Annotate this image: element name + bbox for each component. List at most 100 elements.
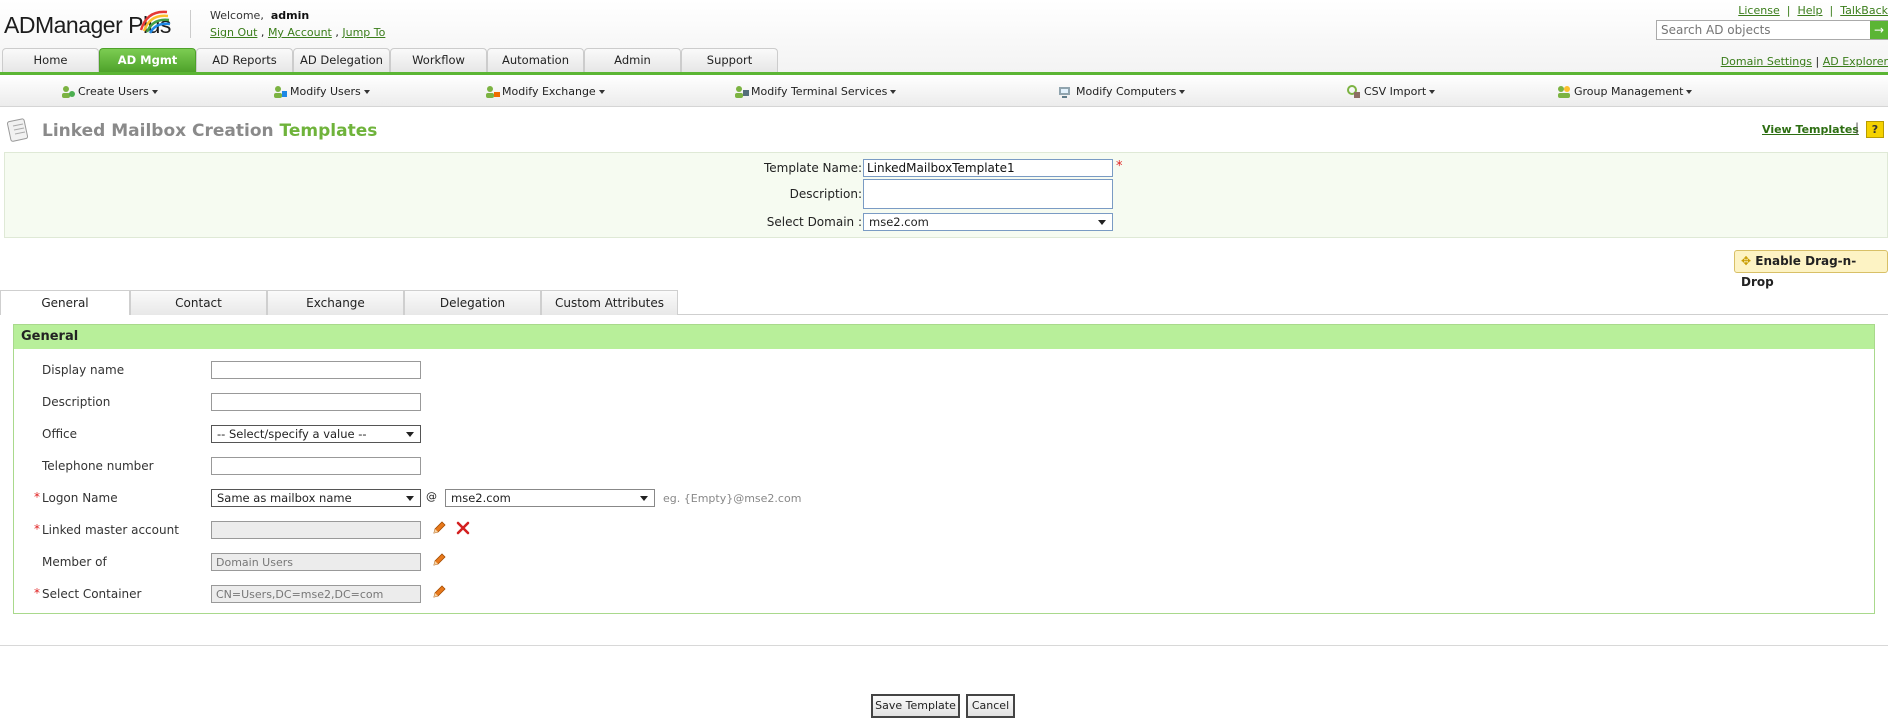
welcome-text: Welcome, admin [210, 9, 309, 22]
dropdown-arrow-icon [1098, 220, 1106, 225]
tab-ad-reports[interactable]: AD Reports [196, 48, 293, 72]
tab-contact[interactable]: Contact [130, 290, 267, 315]
caret-down-icon [1429, 89, 1436, 94]
sign-out-link[interactable]: Sign Out [210, 26, 257, 39]
menu-modify-users[interactable]: Modify Users [272, 84, 370, 99]
talkback-link[interactable]: TalkBack [1840, 4, 1888, 17]
tab-baseline [677, 314, 1888, 315]
select-container-input[interactable] [211, 585, 421, 603]
drag-button-label: Enable Drag-n-Drop [1741, 254, 1857, 289]
logon-name-label: Logon Name [42, 491, 118, 505]
caret-down-icon [151, 89, 158, 94]
page-title-main: Linked Mailbox Creation [42, 121, 274, 141]
template-description-input[interactable] [863, 179, 1113, 209]
my-account-link[interactable]: My Account [268, 26, 332, 39]
template-info-panel: Template Name: * Description: Select Dom… [4, 152, 1888, 238]
menu-label: Create Users [78, 85, 149, 98]
template-name-input[interactable] [863, 159, 1113, 177]
required-marker: * [34, 586, 40, 600]
account-links: Sign Out , My Account , Jump To [210, 26, 386, 39]
clear-x-icon[interactable] [455, 520, 471, 536]
section-header: General [14, 325, 1874, 349]
page-title-highlight: Templates [279, 121, 378, 141]
edit-pencil-icon[interactable] [431, 584, 447, 600]
ad-explorer-link[interactable]: AD Explorer [1823, 55, 1888, 68]
modify-exchange-icon [486, 86, 500, 98]
tab-support[interactable]: Support [681, 48, 778, 72]
telephone-input[interactable] [211, 457, 421, 475]
menu-label: Group Management [1574, 85, 1684, 98]
template-document-icon [6, 118, 29, 142]
search-input[interactable] [1656, 20, 1888, 40]
required-marker: * [34, 522, 40, 536]
menu-label: CSV Import [1364, 85, 1427, 98]
caret-down-icon [598, 89, 605, 94]
menu-modify-computers[interactable]: Modify Computers [1058, 84, 1186, 99]
template-description-label: Description: [789, 187, 862, 201]
description-input[interactable] [211, 393, 421, 411]
csv-import-icon [1347, 85, 1360, 98]
select-domain-value: mse2.com [869, 215, 929, 229]
logon-name-dropdown[interactable]: Same as mailbox name [211, 489, 421, 507]
linked-master-account-label: Linked master account [42, 523, 179, 537]
dropdown-arrow-icon [640, 496, 648, 501]
menu-label: Modify Exchange [502, 85, 596, 98]
menu-label: Modify Computers [1076, 85, 1177, 98]
search-go-icon[interactable]: → [1870, 21, 1888, 39]
tab-ad-delegation[interactable]: AD Delegation [293, 48, 390, 72]
logon-domain-value: mse2.com [451, 491, 511, 505]
tab-general[interactable]: General [0, 290, 130, 315]
current-user: admin [270, 9, 310, 22]
help-icon[interactable]: ? [1866, 121, 1884, 138]
caret-down-icon [363, 89, 370, 94]
logon-domain-dropdown[interactable]: mse2.com [445, 489, 655, 507]
save-template-button[interactable]: Save Template [871, 694, 960, 718]
cancel-button[interactable]: Cancel [966, 694, 1015, 718]
menu-modify-exchange[interactable]: Modify Exchange [484, 84, 605, 99]
caret-down-icon [1179, 89, 1186, 94]
main-tabs: Home AD Mgmt AD Reports AD Delegation Wo… [2, 48, 778, 72]
help-link[interactable]: Help [1797, 4, 1822, 17]
edit-pencil-icon[interactable] [431, 552, 447, 568]
template-name-label: Template Name: [763, 161, 862, 175]
select-domain-dropdown[interactable]: mse2.com [863, 213, 1113, 231]
welcome-label: Welcome, [210, 9, 264, 22]
right-links: License | Help | TalkBack [1738, 4, 1888, 17]
jump-to-link[interactable]: Jump To [342, 26, 385, 39]
page-title: Linked Mailbox Creation Templates [42, 121, 377, 141]
enable-drag-n-drop-button[interactable]: ✥ Enable Drag-n-Drop [1734, 250, 1888, 289]
telephone-label: Telephone number [42, 459, 154, 473]
menu-modify-terminal-services[interactable]: Modify Terminal Services [733, 84, 897, 99]
menu-csv-import[interactable]: CSV Import [1346, 84, 1436, 99]
caret-down-icon [1686, 89, 1693, 94]
tab-delegation[interactable]: Delegation [404, 290, 541, 315]
tab-automation[interactable]: Automation [487, 48, 584, 72]
office-dropdown[interactable]: -- Select/specify a value -- [211, 425, 421, 443]
tab-custom-attributes[interactable]: Custom Attributes [541, 290, 678, 315]
tab-ad-mgmt[interactable]: AD Mgmt [99, 48, 196, 72]
domain-settings-link[interactable]: Domain Settings [1721, 55, 1812, 68]
view-templates-link[interactable]: View Templates [1762, 123, 1859, 136]
select-container-label: Select Container [42, 587, 142, 601]
menu-create-users[interactable]: Create Users [60, 84, 158, 99]
dropdown-arrow-icon [406, 496, 414, 501]
tab-admin[interactable]: Admin [584, 48, 681, 72]
modify-users-icon [274, 86, 287, 98]
group-management-icon [1558, 86, 1570, 98]
office-value: -- Select/specify a value -- [217, 427, 367, 441]
edit-pencil-icon[interactable] [431, 520, 447, 536]
menu-group-management[interactable]: Group Management [1556, 84, 1693, 99]
logon-name-value: Same as mailbox name [217, 491, 352, 505]
member-of-input[interactable] [211, 553, 421, 571]
required-marker: * [1116, 159, 1123, 174]
display-name-input[interactable] [211, 361, 421, 379]
computer-icon [1059, 87, 1070, 98]
tab-home[interactable]: Home [2, 48, 99, 72]
tab-exchange[interactable]: Exchange [267, 290, 404, 315]
license-link[interactable]: License [1738, 4, 1779, 17]
tab-workflow[interactable]: Workflow [390, 48, 487, 72]
divider [0, 645, 1888, 646]
select-domain-label: Select Domain : [766, 215, 862, 229]
linked-master-account-input[interactable] [211, 521, 421, 539]
sub-menu: Create Users Modify Users Modify Exchang… [0, 75, 1888, 107]
